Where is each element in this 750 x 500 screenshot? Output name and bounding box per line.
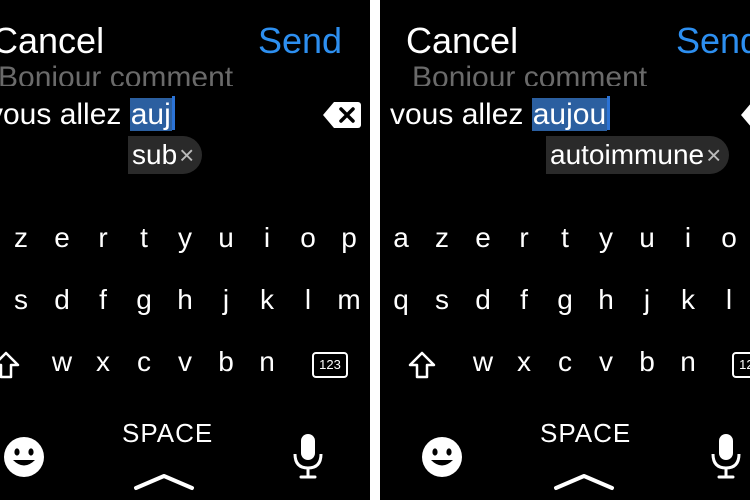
previous-text: Bonjour comment <box>412 61 648 86</box>
send-button[interactable]: Send <box>676 20 750 62</box>
suggestion-text: autoimmune <box>550 139 705 170</box>
key-m[interactable]: m <box>329 284 369 316</box>
emoji-icon[interactable] <box>2 435 46 479</box>
left-screen: Cancel Send Bonjour comment vous allez a… <box>0 0 370 500</box>
space-key[interactable]: SPACE <box>540 418 631 449</box>
microphone-icon[interactable] <box>290 432 326 482</box>
key-w[interactable]: w <box>463 346 503 378</box>
message-text[interactable]: vous allez auj <box>0 96 175 132</box>
message-text[interactable]: vous allez aujou <box>390 96 611 132</box>
key-b[interactable]: b <box>206 346 246 378</box>
key-s[interactable]: s <box>422 284 462 316</box>
key-g[interactable]: g <box>545 284 585 316</box>
key-u[interactable]: u <box>206 222 246 254</box>
key-g[interactable]: g <box>124 284 164 316</box>
key-z[interactable]: z <box>1 222 41 254</box>
chevron-up-icon[interactable] <box>132 470 196 492</box>
key-o[interactable]: o <box>288 222 328 254</box>
right-screen: Cancel Send Bonjour comment vous allez a… <box>380 0 750 500</box>
suggestion-text: sub <box>132 139 178 170</box>
key-d[interactable]: d <box>463 284 503 316</box>
key-i[interactable]: i <box>247 222 287 254</box>
key-q[interactable]: q <box>381 284 421 316</box>
previous-text: Bonjour comment <box>0 61 234 86</box>
shift-icon[interactable] <box>0 350 20 380</box>
close-icon[interactable]: × <box>179 140 194 170</box>
key-x[interactable]: x <box>504 346 544 378</box>
highlighted-word: auj <box>129 98 172 131</box>
key-n[interactable]: n <box>247 346 287 378</box>
key-f[interactable]: f <box>83 284 123 316</box>
text-cursor <box>607 96 611 130</box>
key-t[interactable]: t <box>124 222 164 254</box>
key-v[interactable]: v <box>165 346 205 378</box>
delete-icon[interactable] <box>740 100 750 130</box>
shift-icon[interactable] <box>408 350 436 380</box>
key-h[interactable]: h <box>586 284 626 316</box>
key-e[interactable]: e <box>463 222 503 254</box>
key-v[interactable]: v <box>586 346 626 378</box>
key-y[interactable]: y <box>586 222 626 254</box>
key-j[interactable]: j <box>206 284 246 316</box>
key-y[interactable]: y <box>165 222 205 254</box>
key-x[interactable]: x <box>83 346 123 378</box>
key-l[interactable]: l <box>709 284 749 316</box>
key-i[interactable]: i <box>668 222 708 254</box>
key-n[interactable]: n <box>668 346 708 378</box>
suggestion-chip[interactable]: sub× <box>128 136 203 174</box>
key-k[interactable]: k <box>247 284 287 316</box>
key-j[interactable]: j <box>627 284 667 316</box>
key-e[interactable]: e <box>42 222 82 254</box>
suggestion-chip[interactable]: autoimmune× <box>546 136 730 174</box>
key-c[interactable]: c <box>545 346 585 378</box>
delete-icon[interactable] <box>322 100 362 130</box>
key-s[interactable]: s <box>1 284 41 316</box>
numbers-icon[interactable]: 123 <box>312 352 348 378</box>
key-p[interactable]: p <box>329 222 369 254</box>
key-b[interactable]: b <box>627 346 667 378</box>
space-key[interactable]: SPACE <box>122 418 213 449</box>
key-z[interactable]: z <box>422 222 462 254</box>
key-w[interactable]: w <box>42 346 82 378</box>
key-k[interactable]: k <box>668 284 708 316</box>
key-d[interactable]: d <box>42 284 82 316</box>
close-icon[interactable]: × <box>706 140 721 170</box>
microphone-icon[interactable] <box>708 432 744 482</box>
key-r[interactable]: r <box>504 222 544 254</box>
numbers-icon[interactable]: 123 <box>732 352 750 378</box>
key-t[interactable]: t <box>545 222 585 254</box>
text-before: vous allez <box>0 98 130 131</box>
key-l[interactable]: l <box>288 284 328 316</box>
send-button[interactable]: Send <box>258 20 342 62</box>
chevron-up-icon[interactable] <box>552 470 616 492</box>
key-c[interactable]: c <box>124 346 164 378</box>
emoji-icon[interactable] <box>420 435 464 479</box>
key-a[interactable]: a <box>381 222 421 254</box>
text-before: vous allez <box>390 98 532 131</box>
text-cursor <box>171 96 175 130</box>
key-r[interactable]: r <box>83 222 123 254</box>
key-u[interactable]: u <box>627 222 667 254</box>
highlighted-word: aujou <box>531 98 608 131</box>
key-f[interactable]: f <box>504 284 544 316</box>
key-o[interactable]: o <box>709 222 749 254</box>
key-h[interactable]: h <box>165 284 205 316</box>
